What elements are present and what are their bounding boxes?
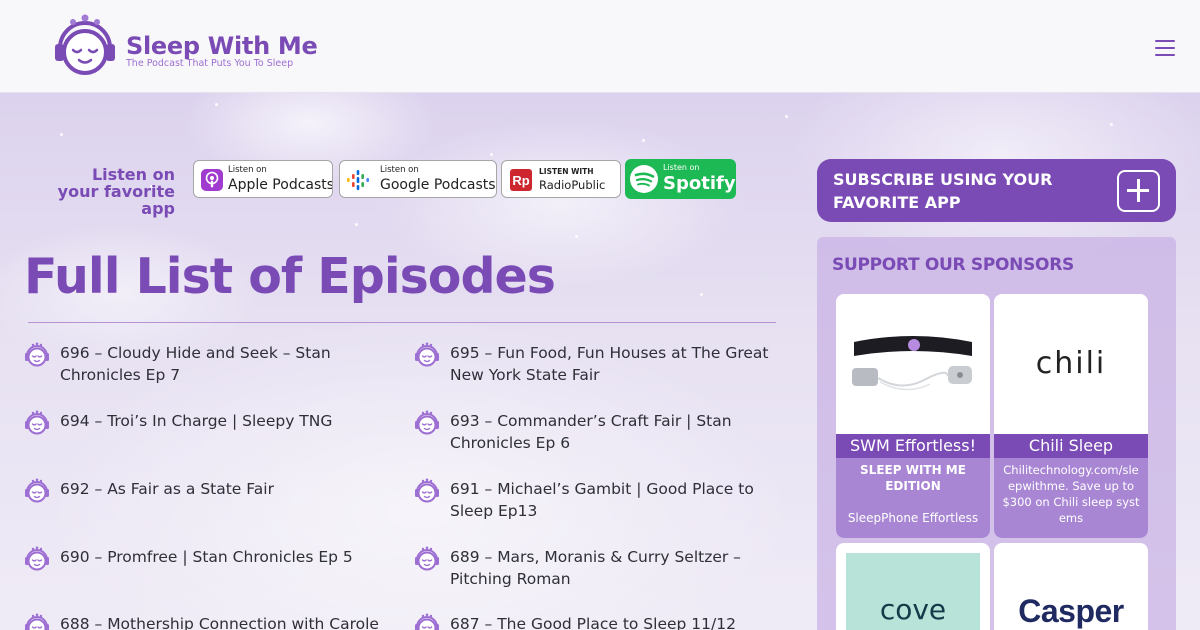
site-logo[interactable]: Sleep With Me The Podcast That Puts You … xyxy=(52,14,318,78)
episode-title-link[interactable]: 696 – Cloudy Hide and Seek – Stan Chroni… xyxy=(60,342,390,386)
episode-title-link[interactable]: 690 – Promfree | Stan Chronicles Ep 5 xyxy=(60,546,390,568)
radiopublic-icon: Rp xyxy=(510,169,532,191)
sponsor-card-chili-sleep[interactable]: chili Chili Sleep Chilitechnology.com/sl… xyxy=(994,294,1148,538)
chili-logo: chili xyxy=(1035,346,1107,381)
sponsor-details: SLEEP WITH ME EDITION SleepPhone Effortl… xyxy=(836,458,990,538)
sleeping-face-icon xyxy=(25,546,49,571)
spotify-icon xyxy=(630,165,658,193)
sleeping-face-icon xyxy=(415,478,439,503)
cove-logo: cove xyxy=(879,593,947,626)
episode-title-link[interactable]: 694 – Troi’s In Charge | Sleepy TNG xyxy=(60,410,390,432)
casper-logo: Casper xyxy=(1018,593,1124,629)
listen-on-label: Listen on your favorite app xyxy=(57,165,175,218)
sponsor-name: SWM Effortless! xyxy=(836,434,990,458)
sponsors-panel: SUPPORT OUR SPONSORS SWM Effortless! SLE… xyxy=(817,237,1176,630)
apple-podcasts-icon xyxy=(201,169,223,191)
page-title: Full List of Episodes xyxy=(24,248,556,305)
sleeping-face-icon xyxy=(415,546,439,571)
hamburger-menu-icon[interactable] xyxy=(1154,38,1178,58)
cove-logo-tile: cove xyxy=(846,553,980,630)
episode-title-link[interactable]: 687 – The Good Place to Sleep 11/12 xyxy=(450,613,780,630)
logo-tagline: The Podcast That Puts You To Sleep xyxy=(126,58,294,69)
sleepphone-headband-image xyxy=(852,336,972,391)
sleeping-face-icon xyxy=(25,478,49,503)
sponsor-card-casper[interactable]: Casper xyxy=(994,543,1148,630)
episode-title-link[interactable]: 691 – Michael’s Gambit | Good Place to S… xyxy=(450,478,780,522)
google-podcasts-badge[interactable]: Listen on Google Podcasts xyxy=(339,160,497,198)
radiopublic-badge[interactable]: Rp LISTEN WITH RadioPublic xyxy=(501,160,621,198)
sleeping-face-icon xyxy=(25,342,49,367)
episode-title-link[interactable]: 695 – Fun Food, Fun Houses at The Great … xyxy=(450,342,780,386)
sleeping-face-icon xyxy=(415,410,439,435)
sponsor-details: Chilitechnology.com/sleepwithme. Save up… xyxy=(994,458,1148,538)
sleeping-face-icon xyxy=(415,342,439,367)
spotify-badge[interactable]: Listen on Spotify xyxy=(625,159,736,199)
episode-title-link[interactable]: 693 – Commander’s Craft Fair | Stan Chro… xyxy=(450,410,780,454)
sleeping-face-icon xyxy=(25,410,49,435)
episode-title-link[interactable]: 689 – Mars, Moranis & Curry Seltzer – Pi… xyxy=(450,546,780,590)
logo-name: Sleep With Me xyxy=(126,32,318,60)
sleeping-face-logo-icon xyxy=(55,14,115,75)
sponsor-card-cove[interactable]: cove xyxy=(836,543,990,630)
sponsor-card-swm-effortless[interactable]: SWM Effortless! SLEEP WITH ME EDITION Sl… xyxy=(836,294,990,538)
sponsors-title: SUPPORT OUR SPONSORS xyxy=(832,255,1074,275)
episode-title-link[interactable]: 688 – Mothership Connection with Carole xyxy=(60,613,390,630)
title-divider xyxy=(28,322,776,323)
site-header: Sleep With Me The Podcast That Puts You … xyxy=(0,0,1200,93)
subscribe-button[interactable]: SUBSCRIBE USING YOUR FAVORITE APP xyxy=(817,159,1176,222)
google-podcasts-icon xyxy=(347,170,369,190)
plus-icon xyxy=(1117,170,1160,212)
sponsor-name: Chili Sleep xyxy=(994,434,1148,458)
sleeping-face-icon xyxy=(25,613,49,630)
subscribe-label: SUBSCRIBE USING YOUR FAVORITE APP xyxy=(833,170,1053,212)
svg-text:Rp: Rp xyxy=(512,173,529,188)
apple-podcasts-badge[interactable]: Listen on Apple Podcasts xyxy=(193,160,333,198)
episode-title-link[interactable]: 692 – As Fair as a State Fair xyxy=(60,478,390,500)
sleeping-face-icon xyxy=(415,613,439,630)
